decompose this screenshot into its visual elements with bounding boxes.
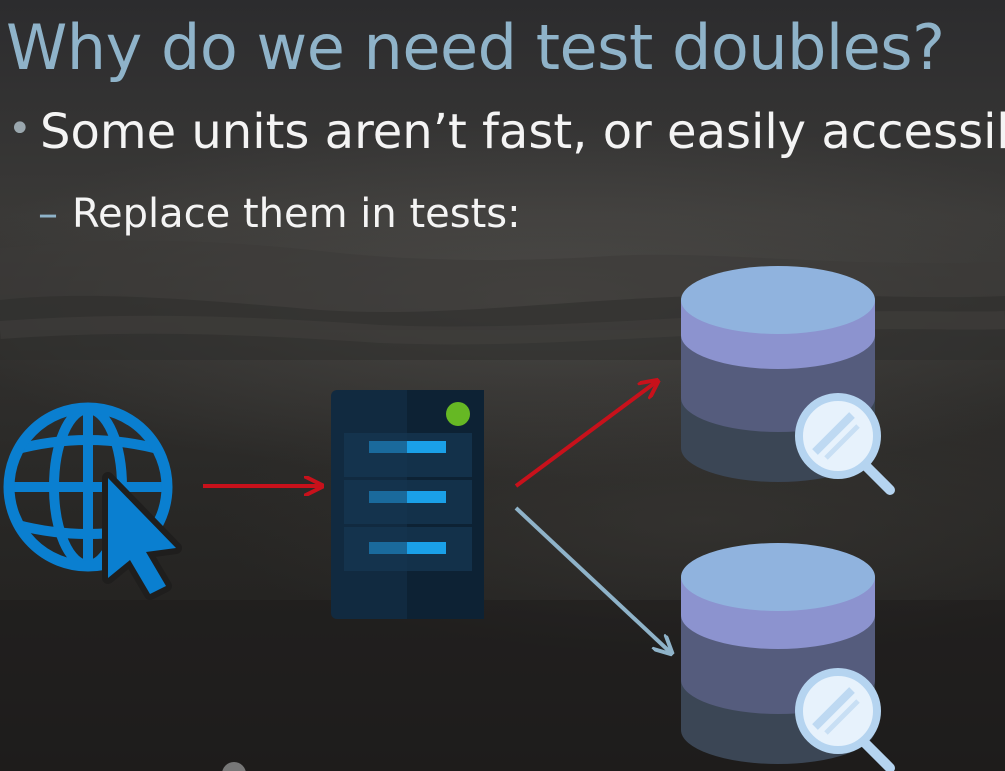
test-double-diagram [3,266,895,771]
test-double-arrow [514,506,670,652]
globe-cursor-icon [3,402,182,600]
real-dependency-arrow [514,382,656,488]
slide: Why do we need test doubles? • Some units… [0,0,1005,771]
database-search-icon [681,266,895,495]
server-icon [331,390,484,619]
database-search-icon [681,543,895,771]
